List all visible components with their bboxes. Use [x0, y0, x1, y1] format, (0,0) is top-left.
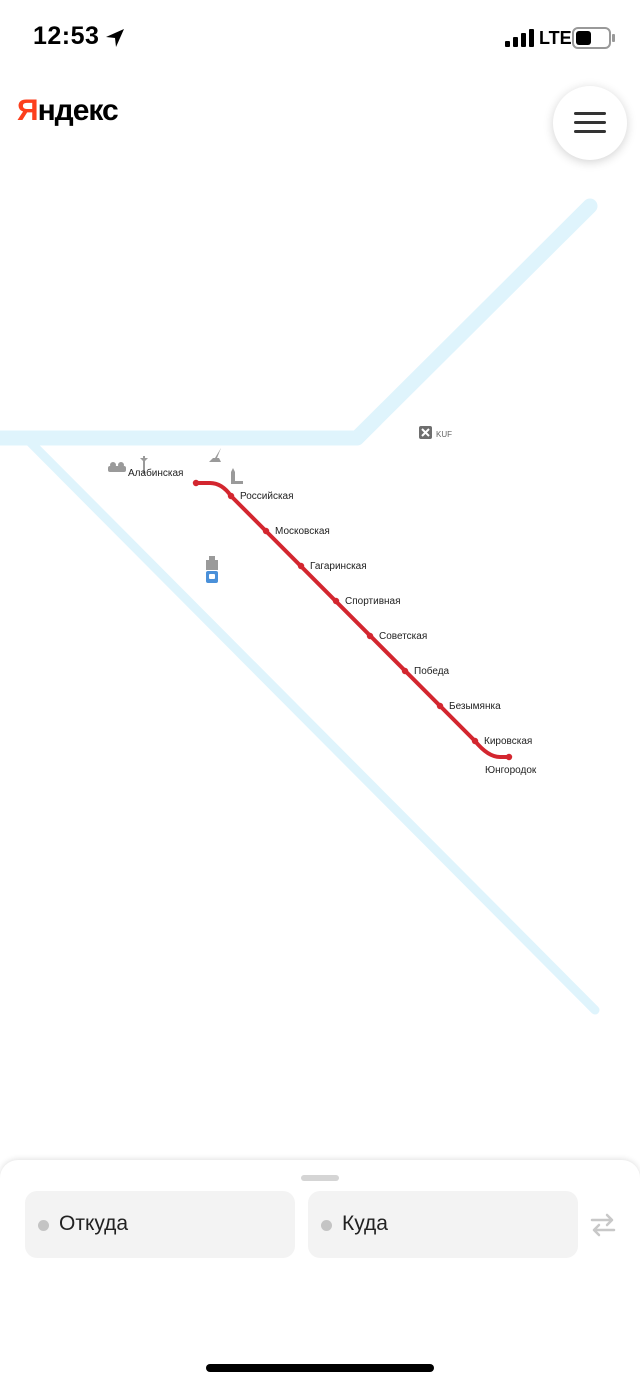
yandex-logo[interactable]: Яндекс	[17, 94, 119, 128]
station-dot[interactable]	[366, 632, 374, 640]
to-placeholder: Куда	[342, 1212, 388, 1235]
station-dot[interactable]	[401, 667, 409, 675]
station-label[interactable]: Юнгородок	[485, 765, 537, 776]
station-dot[interactable]	[297, 562, 305, 570]
station-label[interactable]: Победа	[414, 665, 450, 677]
station-label[interactable]: Спортивная	[345, 596, 401, 607]
theater-icon	[108, 462, 126, 472]
building-icon	[206, 556, 218, 570]
logo-first-letter: Я	[17, 94, 39, 127]
statue-icon	[231, 468, 243, 484]
from-dot-icon	[38, 1220, 49, 1231]
station-label[interactable]: Российская	[240, 491, 294, 502]
station-dot[interactable]	[332, 597, 340, 605]
airport-label: KUF	[436, 430, 452, 439]
station-label[interactable]: Московская	[275, 526, 330, 537]
station-label[interactable]: Гагаринская	[310, 561, 367, 572]
menu-button[interactable]	[553, 86, 627, 160]
railway-station-icon	[206, 571, 218, 583]
from-placeholder: Откуда	[59, 1212, 129, 1235]
route-panel: Откуда Куда	[0, 1160, 640, 1386]
home-indicator	[206, 1364, 434, 1372]
location-arrow-icon	[106, 29, 124, 47]
to-station-field[interactable]: Куда	[308, 1191, 578, 1258]
airport-icon	[419, 426, 432, 439]
metro-map[interactable]: KUF Алабинская Российская Московская Гагари…	[0, 170, 640, 1150]
rocket-monument-icon	[209, 448, 221, 462]
station-label[interactable]: Алабинская	[128, 467, 183, 479]
station-dot[interactable]	[471, 737, 479, 745]
station-dot[interactable]	[262, 527, 270, 535]
metro-line-1	[194, 481, 511, 759]
stations: Алабинская Российская Московская Гагаринска…	[128, 467, 537, 776]
metro-map-canvas[interactable]: KUF Алабинская Российская Московская Гагари…	[0, 170, 640, 1150]
station-label[interactable]: Безымянка	[449, 701, 501, 712]
station-dot[interactable]	[505, 753, 513, 761]
from-station-field[interactable]: Откуда	[25, 1191, 295, 1258]
battery-icon	[572, 27, 615, 49]
to-dot-icon	[321, 1220, 332, 1231]
status-time: 12:53	[33, 22, 100, 50]
station-label[interactable]: Советская	[379, 631, 427, 642]
station-dot[interactable]	[436, 702, 444, 710]
poi-icons: KUF	[108, 426, 452, 583]
river	[0, 198, 600, 1015]
sheet-grabber[interactable]	[301, 1175, 339, 1181]
signal-icon	[505, 29, 534, 47]
station-label[interactable]: Кировская	[484, 736, 532, 747]
river-volga	[0, 198, 598, 446]
status-bar: 12:53 LTE	[0, 0, 640, 76]
hamburger-icon	[574, 112, 606, 133]
station-dot[interactable]	[192, 479, 200, 487]
swap-icon[interactable]	[589, 1212, 617, 1238]
station-dot[interactable]	[227, 492, 235, 500]
network-type: LTE	[539, 28, 572, 48]
logo-rest: ндекс	[37, 94, 119, 127]
